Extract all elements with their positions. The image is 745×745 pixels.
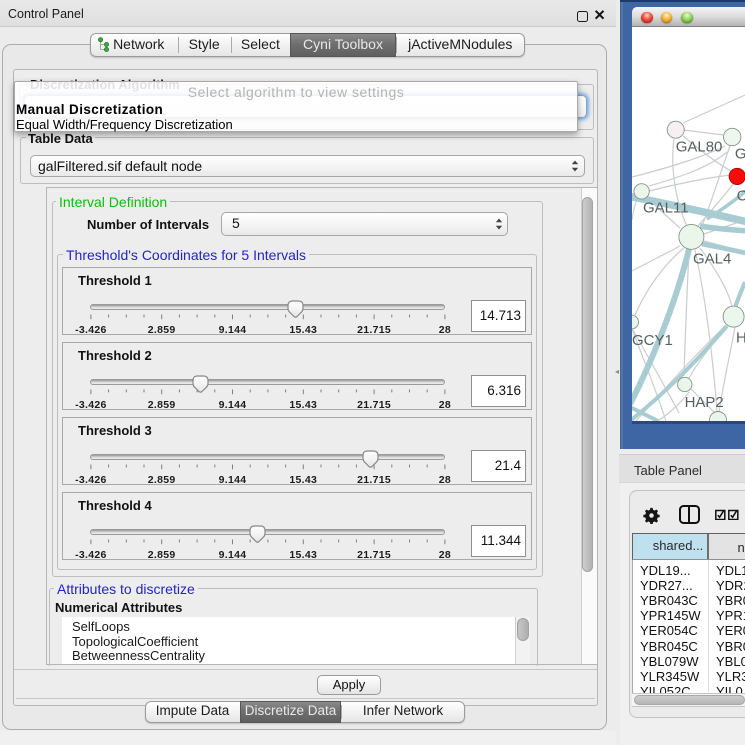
svg-text:GAL4: GAL4 <box>693 251 731 268</box>
svg-text:GAL80: GAL80 <box>676 139 723 156</box>
svg-text:HAP2: HAP2 <box>685 394 724 411</box>
svg-text:CA: CA <box>737 188 745 205</box>
svg-text:GCY1: GCY1 <box>632 332 673 349</box>
svg-text:HL: HL <box>736 330 745 347</box>
svg-text:GA: GA <box>735 146 745 163</box>
svg-text:GAL11: GAL11 <box>643 200 689 217</box>
